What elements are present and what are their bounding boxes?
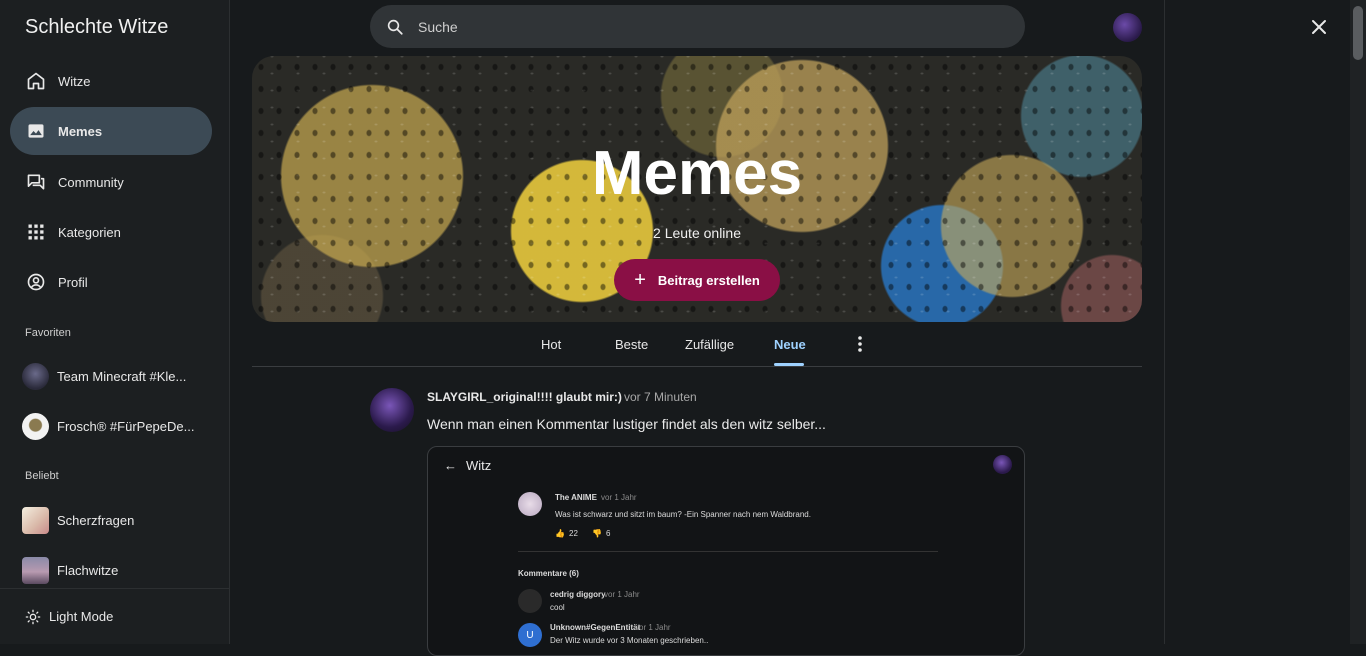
avatar [518,492,542,516]
light-mode-label: Light Mode [49,609,114,624]
search-bar[interactable] [370,5,1025,48]
sidebar: Schlechte Witze Witze Memes Community Ka… [0,0,230,644]
comment-author: cedrig diggory [550,590,606,599]
sun-icon [25,609,41,624]
favorite-item[interactable]: Team Minecraft #Kle... [22,361,212,391]
post-author[interactable]: SLAYGIRL_original!!!! glaubt mir:) [427,390,622,404]
avatar [518,589,542,613]
comment-time: vor 1 Jahr [635,623,671,632]
plus-icon: + [634,268,646,291]
dislike-count: 6 [606,529,611,538]
sidebar-item-kategorien[interactable]: Kategorien [10,208,212,256]
account-circle-icon [27,273,45,291]
post-text: Wenn man einen Kommentar lustiger findet… [427,416,826,432]
embed-title: Witz [466,458,492,473]
comment-time: vor 1 Jahr [604,590,640,599]
close-icon[interactable] [1307,15,1331,39]
popular-label: Scherzfragen [57,512,135,528]
forum-icon [27,174,45,190]
app-title[interactable]: Schlechte Witze [25,16,168,39]
image-icon [28,124,44,138]
comments-header: Kommentare (6) [518,569,579,578]
tab-beste[interactable]: Beste [615,337,648,352]
create-post-button[interactable]: + Beitrag erstellen [614,259,780,301]
sidebar-item-label: Witze [58,73,91,89]
sidebar-item-label: Community [58,174,124,190]
like-count: 22 [569,529,578,538]
comment-author: Unknown#GegenEntität [550,623,641,632]
light-mode-toggle[interactable]: Light Mode [0,588,229,644]
popular-item[interactable]: Flachwitze [22,555,212,585]
community-banner: Memes 2 Leute online + Beitrag erstellen [252,56,1142,322]
favorite-label: Frosch® #FürPepeDe... [57,418,195,434]
grid-icon [28,224,44,240]
sidebar-item-label: Memes [58,123,103,139]
thumb-down-icon: 👎 [592,529,602,538]
active-tab-indicator [774,363,804,366]
tab-neue[interactable]: Neue [774,337,806,352]
create-post-label: Beitrag erstellen [657,272,760,288]
joke-time: vor 1 Jahr [601,493,637,502]
tab-zufaellige[interactable]: Zufällige [685,337,734,352]
avatar [22,556,49,584]
avatar [22,506,49,534]
sidebar-item-witze[interactable]: Witze [10,57,212,105]
popular-label: Flachwitze [57,562,119,578]
post-image[interactable]: ← Witz The ANIME vor 1 Jahr Was ist schw… [427,446,1025,656]
home-icon [27,72,45,90]
scrollbar-thumb[interactable] [1353,6,1363,60]
user-avatar[interactable] [1113,13,1142,42]
search-input[interactable] [418,18,978,35]
comment-text: cool [550,603,565,612]
avatar [22,412,49,440]
divider [518,551,938,552]
thumb-up-icon: 👍 [555,529,565,538]
tab-hot[interactable]: Hot [541,337,561,352]
popular-item[interactable]: Scherzfragen [22,505,212,535]
joke-author: The ANIME [555,493,597,502]
sidebar-item-memes[interactable]: Memes [10,107,212,155]
favorite-label: Team Minecraft #Kle... [57,368,187,384]
more-vert-icon[interactable] [852,334,868,354]
scrollbar[interactable] [1350,0,1366,644]
joke-text: Was ist schwarz und sitzt im baum? -Ein … [555,510,811,519]
avatar [22,362,49,390]
favorites-heading: Favoriten [25,327,71,339]
page-title: Memes [591,139,803,208]
sidebar-item-community[interactable]: Community [10,158,212,206]
arrow-back-icon: ← [444,458,457,473]
favorite-item[interactable]: Frosch® #FürPepeDe... [22,411,212,441]
sidebar-item-label: Profil [58,274,88,290]
online-count: 2 Leute online [653,225,741,241]
avatar [993,455,1012,474]
sidebar-item-profil[interactable]: Profil [10,258,212,306]
popular-heading: Beliebt [25,470,59,482]
divider [1164,0,1165,644]
sidebar-item-label: Kategorien [58,224,121,240]
post-time: vor 7 Minuten [624,390,697,404]
search-icon [387,19,403,35]
post-author-avatar[interactable] [370,388,414,432]
avatar: U [518,623,542,647]
sort-tabs: Hot Beste Zufällige Neue [252,322,1142,367]
